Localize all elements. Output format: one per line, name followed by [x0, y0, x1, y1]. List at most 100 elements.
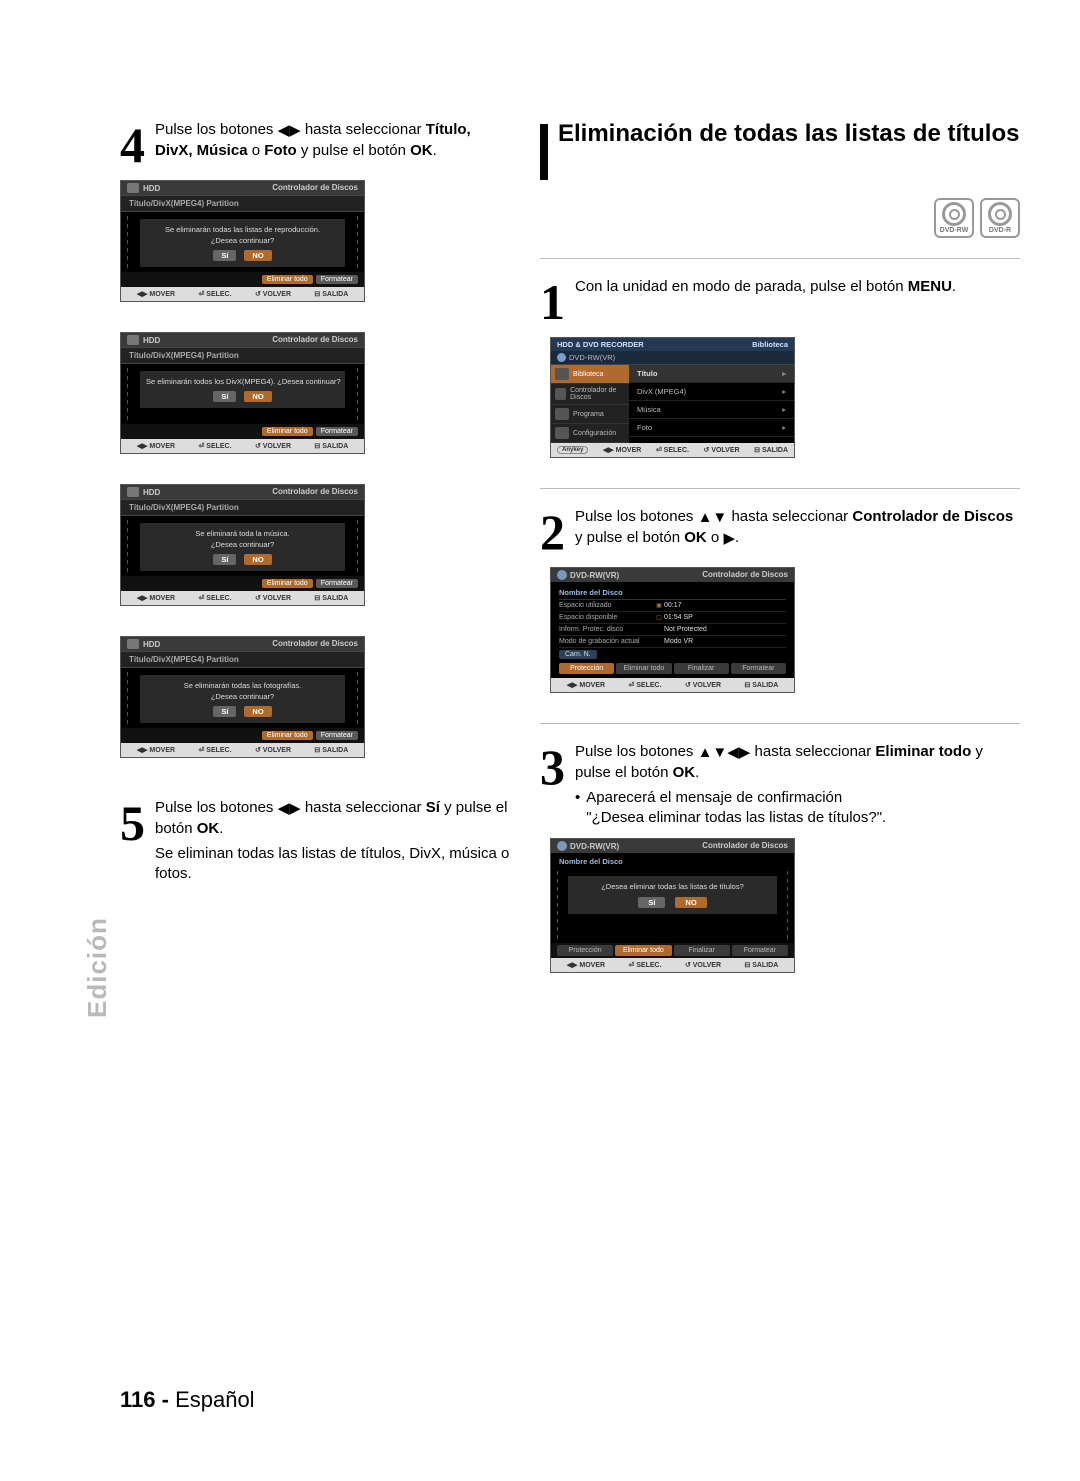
yes-button[interactable]: Sí — [213, 250, 236, 261]
header-right: Controlador de Discos — [272, 183, 358, 193]
delete-all-chip[interactable]: Eliminar todo — [262, 427, 313, 436]
dialog-message: Se eliminará toda la música. — [146, 529, 339, 538]
action-tab[interactable]: Protección — [559, 663, 614, 674]
action-tab[interactable]: Eliminar todo — [615, 945, 671, 956]
yes-button[interactable]: Sí — [213, 706, 236, 717]
yes-button[interactable]: Sí — [213, 391, 236, 402]
dialog-message-2: ¿Desea continuar? — [146, 540, 339, 549]
step-4: 4 Pulse los botones ◀▶ hasta seleccionar… — [120, 120, 510, 170]
hdd-icon — [127, 487, 139, 497]
footer-selec: ⏎ SELEC. — [198, 594, 231, 602]
rename-chip[interactable]: Cam. N. — [559, 650, 597, 659]
footer-mover: ◀▶ MOVER — [567, 681, 605, 689]
format-chip[interactable]: Formatear — [316, 427, 358, 436]
arrows-icon: ▲▼◀▶ — [698, 743, 751, 763]
sidebar-item[interactable]: Configuración — [551, 424, 629, 443]
step-text: Con la unidad en modo de parada, pulse e… — [575, 277, 956, 297]
delete-all-chip[interactable]: Eliminar todo — [262, 579, 313, 588]
delete-all-chip[interactable]: Eliminar todo — [262, 731, 313, 740]
footer-volver: ↺ VOLVER — [255, 290, 291, 298]
bold: OK — [684, 529, 707, 546]
action-tab[interactable]: Protección — [557, 945, 613, 956]
action-tab[interactable]: Formatear — [731, 663, 786, 674]
screenshot-dialog-2: HDDControlador de Discos Título/DivX(MPE… — [120, 484, 365, 606]
chevron-right-icon: ▸ — [782, 387, 786, 396]
bullet-text: Aparecerá el mensaje de confirmación — [586, 789, 842, 806]
menu-row[interactable]: Título▸ — [629, 365, 794, 383]
txt: Con la unidad en modo de parada, pulse e… — [575, 278, 908, 295]
disc-label: DVD-R — [989, 227, 1011, 234]
disc-label: DVD-RW — [940, 227, 969, 234]
action-tab[interactable]: Eliminar todo — [616, 663, 671, 674]
action-tab[interactable]: Finalizar — [674, 945, 730, 956]
recorder-title: HDD & DVD RECORDER — [557, 340, 644, 349]
menu-row[interactable]: Foto▸ — [629, 419, 794, 437]
sidebar-item[interactable]: Controlador de Discos — [551, 384, 629, 405]
step-number: 1 — [540, 277, 565, 327]
page-language: Español — [175, 1387, 255, 1412]
disc-icons: DVD-RW DVD-R — [540, 198, 1020, 238]
menu-row[interactable]: Música▸ — [629, 401, 794, 419]
footer-selec: ⏎ SELEC. — [198, 442, 231, 450]
footer-mover: ◀▶ MOVER — [137, 442, 175, 450]
dialog-message: Se eliminarán todas las fotografías. — [146, 681, 339, 690]
footer-mover: ◀▶ MOVER — [603, 446, 641, 454]
info-value: 01:54 SP — [664, 614, 786, 621]
step-number: 3 — [540, 742, 565, 792]
confirm-dialog: Se eliminará toda la música. ¿Desea cont… — [139, 522, 346, 572]
step-5: 5 Pulse los botones ◀▶ hasta seleccionar… — [120, 798, 510, 884]
hdd-label: HDD — [143, 336, 160, 345]
divider — [540, 488, 1020, 489]
sidebar-label: Controlador de Discos — [570, 387, 625, 401]
bullet-text: "¿Desea eliminar todas las listas de tít… — [586, 809, 886, 826]
txt: y pulse el botón — [297, 142, 410, 159]
no-button[interactable]: NO — [675, 897, 706, 908]
footer-volver: ↺ VOLVER — [704, 446, 740, 454]
bold: OK — [673, 764, 696, 781]
format-chip[interactable]: Formatear — [316, 275, 358, 284]
no-button[interactable]: NO — [244, 391, 271, 402]
partition-label: Título/DivX(MPEG4) Partition — [121, 195, 364, 212]
info-row: Modo de grabación actualModo VR — [559, 636, 786, 648]
no-button[interactable]: NO — [244, 250, 271, 261]
menu-row[interactable]: DivX (MPEG4)▸ — [629, 383, 794, 401]
screenshot-dialog-1: HDDControlador de Discos Título/DivX(MPE… — [120, 332, 365, 454]
format-chip[interactable]: Formatear — [316, 731, 358, 740]
step-number: 2 — [540, 507, 565, 557]
info-icon — [654, 638, 664, 645]
yes-button[interactable]: Sí — [213, 554, 236, 565]
section-label: Biblioteca — [752, 340, 788, 349]
left-right-icon: ◀▶ — [278, 121, 301, 141]
disc-icon — [557, 841, 567, 851]
info-key: Inform. Protec. disco — [559, 626, 654, 633]
info-icon — [654, 626, 664, 633]
sidebar-item[interactable]: Biblioteca — [551, 365, 629, 384]
anykey-badge: Anykey — [557, 446, 588, 454]
sidebar-item[interactable]: Programa — [551, 405, 629, 424]
step-extra-text: Se eliminan todas las listas de títulos,… — [155, 844, 510, 885]
screenshot-dialog-3: HDDControlador de Discos Título/DivX(MPE… — [120, 636, 365, 758]
delete-all-chip[interactable]: Eliminar todo — [262, 275, 313, 284]
header-right: Controlador de Discos — [272, 335, 358, 345]
divider — [540, 723, 1020, 724]
action-tab[interactable]: Formatear — [732, 945, 788, 956]
info-key: Espacio utilizado — [559, 602, 654, 609]
footer-mover: ◀▶ MOVER — [137, 746, 175, 754]
bold: OK — [410, 142, 433, 159]
disc-name-label: Nombre del Disco — [559, 857, 623, 866]
txt: Pulse los botones — [575, 508, 698, 525]
step-text: Pulse los botones ◀▶ hasta seleccionar T… — [155, 120, 510, 162]
no-button[interactable]: NO — [244, 554, 271, 565]
dialog-message: Se eliminarán todos los DivX(MPEG4). ¿De… — [146, 377, 339, 386]
no-button[interactable]: NO — [244, 706, 271, 717]
yes-button[interactable]: Sí — [638, 897, 665, 908]
txt: Pulse los botones — [155, 121, 278, 138]
divider — [540, 258, 1020, 259]
format-chip[interactable]: Formatear — [316, 579, 358, 588]
footer-volver: ↺ VOLVER — [255, 594, 291, 602]
action-tab[interactable]: Finalizar — [674, 663, 729, 674]
hdd-icon — [127, 639, 139, 649]
bold: Controlador de Discos — [852, 508, 1013, 525]
step-text: Pulse los botones ◀▶ hasta seleccionar S… — [155, 798, 510, 884]
info-value: 00:17 — [664, 602, 786, 609]
